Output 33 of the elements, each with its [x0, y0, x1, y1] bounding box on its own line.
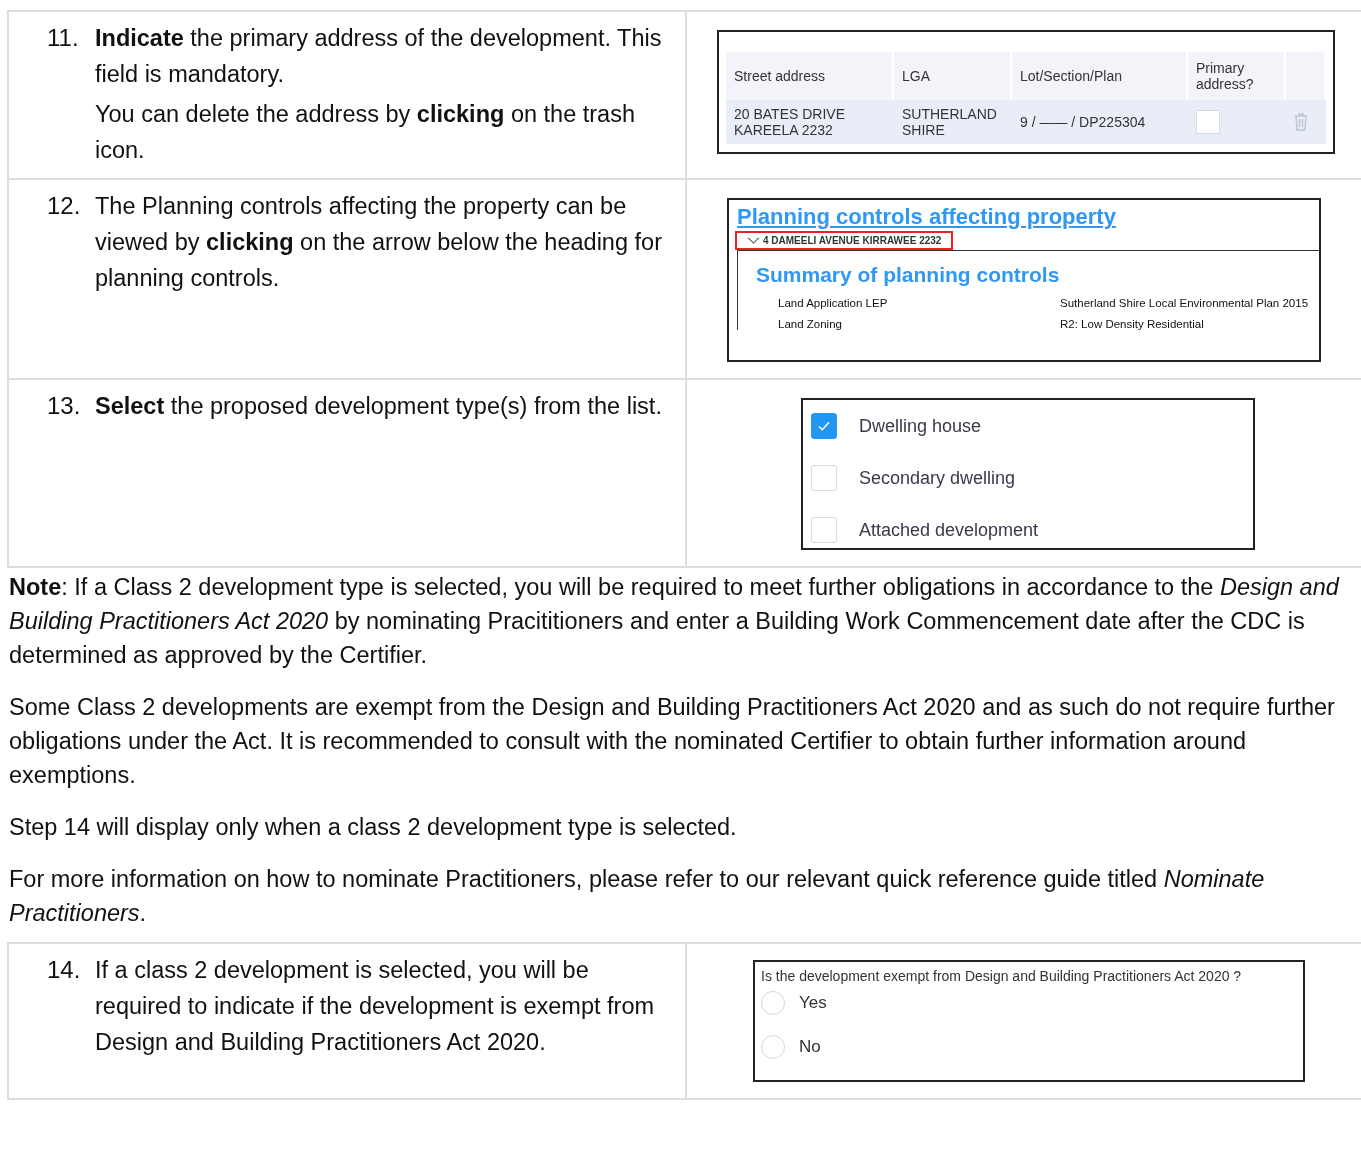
note-paragraph: For more information on how to nominate Practitioners, please refer to our relevant quick reference guide titled Nominate Practitioners. [9, 865, 1266, 928]
checkbox-label: Attached development [859, 519, 1039, 541]
step-text: You can delete the address by clicking on the trash icon. [95, 100, 636, 165]
question-text: Is the development exempt from Design and Building Practitioners Act 2020 ? [761, 968, 1243, 984]
step-text: Indicate the primary address of the development. This field is mandatory. [95, 24, 663, 89]
summary-heading: Summary of planning controls [756, 263, 1061, 287]
table-cell-text: 20 BATES DRIVE KAREELA 2232 [733, 105, 846, 140]
table-cell-text: 9 / —— / DP225304 [1019, 113, 1147, 132]
step-text: If a class 2 development is selected, you will be required to indicate if the development is exempt from Design and Building Practitioners Act 2020. [95, 956, 656, 1057]
step-number: 14. [47, 955, 81, 985]
control-value: Sutherland Shire Local Environmental Plan 2015 [1060, 297, 1309, 309]
note-paragraph: Note: If a Class 2 development type is selected, you will be required to meet further obligations in accordance to the Design and Building Practitioners Act 2020 by nominating Pracititioners and enter a Building Work Commencement date after the CDC is determined as approved by the Certifier. [9, 573, 1341, 670]
table-cell-text: SUTHERLAND SHIRE [901, 105, 998, 140]
step-number: 13. [47, 391, 81, 421]
property-address-toggle[interactable]: 4 DAMEELI AVENUE KIRRAWEE 2232 [735, 231, 954, 250]
step-number: 11. [47, 23, 80, 53]
primary-address-checkbox[interactable] [1196, 110, 1220, 134]
control-value: R2: Low Density Residential [1060, 318, 1205, 330]
control-label: Land Zoning [778, 318, 843, 330]
radio-label: No [799, 1037, 821, 1057]
note-paragraph: Some Class 2 developments are exempt from the Design and Building Practitioners Act 2020 and as such do not require further obligations under the Act. It is recommended to consult with the nominated Certifier to obtain further information around exemptions. [9, 693, 1336, 790]
step-number: 12. [47, 191, 81, 221]
checkbox[interactable] [811, 413, 837, 439]
chevron-icon [747, 237, 760, 244]
note-paragraph: Step 14 will display only when a class 2 development type is selected. [9, 813, 738, 842]
control-label: Land Application LEP [778, 297, 889, 309]
radio-label: Yes [799, 993, 827, 1013]
trash-icon[interactable] [1294, 113, 1308, 131]
checkbox-label: Secondary dwelling [859, 467, 1016, 489]
section-heading: Planning controls affecting property [736, 203, 1117, 230]
checkbox-label: Dwelling house [859, 415, 982, 437]
step-text: Select the proposed development type(s) from the list. [95, 392, 662, 421]
step-text: The Planning controls affecting the property can be viewed by clicking on the arrow below the heading for planning controls. [95, 192, 663, 293]
